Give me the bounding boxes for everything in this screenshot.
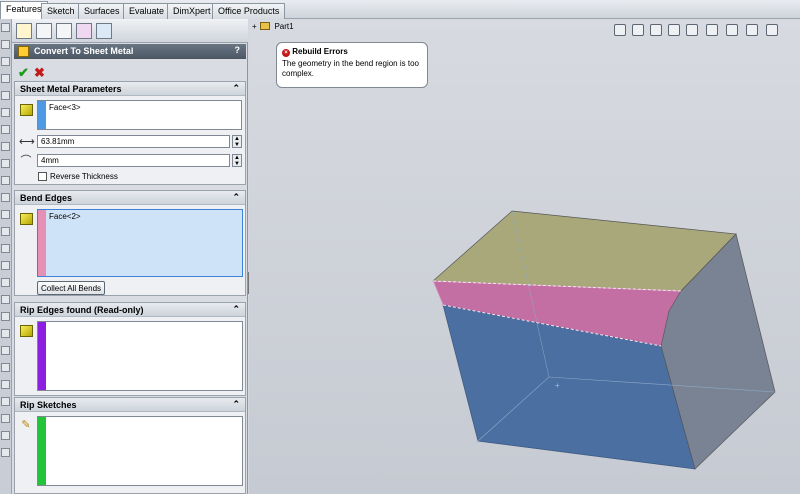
thickness-icon: ⟷ bbox=[19, 136, 35, 148]
thickness-spinner[interactable]: ▲ ▼ bbox=[232, 135, 242, 148]
tab-surfaces[interactable]: Surfaces bbox=[78, 3, 126, 19]
command-manager-tabs: Features Sketch Surfaces Evaluate DimXpe… bbox=[0, 0, 800, 19]
toolbar-icon[interactable] bbox=[1, 176, 10, 185]
edge-select-icon bbox=[20, 213, 33, 225]
fixed-face-value: Face<3> bbox=[49, 103, 81, 112]
toolbar-icon[interactable] bbox=[1, 397, 10, 406]
toolbar-icon[interactable] bbox=[1, 159, 10, 168]
toolbar-icon[interactable] bbox=[1, 74, 10, 83]
help-icon[interactable]: ? bbox=[235, 45, 241, 55]
rip-edge-icon bbox=[20, 325, 33, 337]
collapse-icon[interactable]: ⌃ bbox=[232, 192, 240, 203]
graphics-area[interactable]: + Part1 × Rebuild Errors The geometry in… bbox=[249, 19, 800, 494]
tab-sketch[interactable]: Sketch bbox=[41, 3, 81, 19]
top-face[interactable] bbox=[432, 210, 737, 292]
rip-edges-group: Rip Edges found (Read-only) ⌃ bbox=[14, 302, 246, 396]
group-title: Rip Edges found (Read-only) bbox=[20, 305, 144, 315]
toolbar-icon[interactable] bbox=[1, 295, 10, 304]
title-text: Convert To Sheet Metal bbox=[34, 46, 134, 56]
bend-radius-input[interactable]: 4mm bbox=[37, 154, 230, 167]
toolbar-icon[interactable] bbox=[1, 193, 10, 202]
collapse-icon[interactable]: ⌃ bbox=[232, 83, 240, 94]
toolbar-icon[interactable] bbox=[1, 244, 10, 253]
selection-color-bar bbox=[38, 101, 46, 129]
bend-edge-value: Face<2> bbox=[49, 212, 81, 221]
tab-dimxpert[interactable]: DimXpert bbox=[167, 3, 217, 19]
cancel-button[interactable]: ✖ bbox=[34, 65, 45, 81]
toolbar-icon[interactable] bbox=[1, 278, 10, 287]
toolbar-icon[interactable] bbox=[1, 448, 10, 457]
collect-all-bends-button[interactable]: Collect All Bends bbox=[37, 281, 106, 295]
toolbar-icon[interactable] bbox=[1, 312, 10, 321]
dimxpert-manager-tab-icon[interactable] bbox=[76, 23, 92, 39]
toolbar-icon[interactable] bbox=[1, 431, 10, 440]
group-title: Rip Sketches bbox=[20, 400, 77, 410]
sheet-metal-parameters-group: Sheet Metal Parameters ⌃ Face<3> ⟷ 63.81… bbox=[14, 81, 246, 185]
sketch-icon: ✎ bbox=[21, 419, 31, 431]
toolbar-icon[interactable] bbox=[1, 142, 10, 151]
toolbar-icon[interactable] bbox=[1, 210, 10, 219]
sheet-metal-icon bbox=[18, 46, 29, 57]
tab-office-products[interactable]: Office Products bbox=[212, 3, 286, 19]
thickness-input[interactable]: 63.81mm bbox=[37, 135, 230, 148]
display-manager-tab-icon[interactable] bbox=[96, 23, 112, 39]
toolbar-icon[interactable] bbox=[1, 108, 10, 117]
toolbar-icon[interactable] bbox=[1, 329, 10, 338]
ok-button[interactable]: ✔ bbox=[18, 65, 29, 81]
feature-manager-tab-icon[interactable] bbox=[16, 23, 32, 39]
toolbar-icon[interactable] bbox=[1, 346, 10, 355]
bend-edges-selection-box[interactable]: Face<2> bbox=[37, 209, 243, 277]
collapse-icon[interactable]: ⌃ bbox=[232, 399, 240, 410]
toolbar-icon[interactable] bbox=[1, 91, 10, 100]
selection-color-bar bbox=[38, 322, 46, 390]
property-manager-title: Convert To Sheet Metal ? bbox=[14, 44, 246, 59]
group-header[interactable]: Rip Sketches ⌃ bbox=[15, 398, 245, 412]
rip-edges-list bbox=[37, 321, 243, 391]
selection-color-bar bbox=[38, 417, 46, 485]
bend-radius-icon: ⌒ bbox=[20, 155, 32, 167]
toolbar-icon[interactable] bbox=[1, 261, 10, 270]
toolbar-icon[interactable] bbox=[1, 40, 10, 49]
group-header[interactable]: Rip Edges found (Read-only) ⌃ bbox=[15, 303, 245, 317]
group-header[interactable]: Sheet Metal Parameters ⌃ bbox=[15, 82, 245, 96]
toolbar-icon[interactable] bbox=[1, 57, 10, 66]
toolbar-icon[interactable] bbox=[1, 227, 10, 236]
origin-marker: + bbox=[555, 381, 560, 390]
toolbar-icon[interactable] bbox=[1, 23, 10, 32]
rip-sketches-selection-box[interactable] bbox=[37, 416, 243, 486]
collapse-icon[interactable]: ⌃ bbox=[232, 304, 240, 315]
rip-sketches-group: Rip Sketches ⌃ ✎ bbox=[14, 397, 246, 494]
property-manager: Convert To Sheet Metal ? ✔ ✖ Sheet Metal… bbox=[12, 19, 248, 494]
reverse-thickness-checkbox[interactable] bbox=[38, 172, 47, 181]
group-header[interactable]: Bend Edges ⌃ bbox=[15, 191, 245, 205]
tab-evaluate[interactable]: Evaluate bbox=[123, 3, 171, 19]
reverse-thickness-label: Reverse Thickness bbox=[50, 172, 118, 181]
toolbar-icon[interactable] bbox=[1, 125, 10, 134]
toolbar-icon[interactable] bbox=[1, 414, 10, 423]
group-title: Bend Edges bbox=[20, 193, 73, 203]
toolbar-icon[interactable] bbox=[1, 363, 10, 372]
selection-color-bar bbox=[38, 210, 46, 276]
property-manager-tab-icon[interactable] bbox=[36, 23, 52, 39]
toolbar-icon[interactable] bbox=[1, 380, 10, 389]
bend-radius-spinner[interactable]: ▲ ▼ bbox=[232, 154, 242, 167]
bend-edges-group: Bend Edges ⌃ Face<2> Collect All Bends bbox=[14, 190, 246, 296]
manager-toolbar bbox=[12, 19, 248, 43]
group-title: Sheet Metal Parameters bbox=[20, 84, 122, 94]
part-model-view[interactable]: + bbox=[249, 19, 800, 494]
left-toolbar-strip bbox=[0, 19, 12, 494]
face-select-icon bbox=[20, 104, 33, 116]
fixed-face-selection-box[interactable]: Face<3> bbox=[37, 100, 242, 130]
configuration-manager-tab-icon[interactable] bbox=[56, 23, 72, 39]
